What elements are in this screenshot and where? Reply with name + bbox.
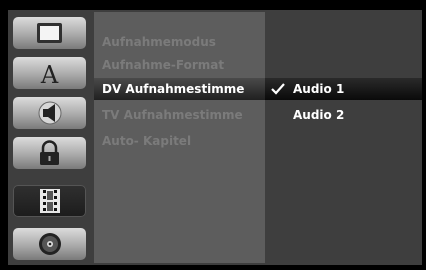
tv-screen-icon[interactable] — [13, 17, 86, 49]
menu-item-aufnahmemodus[interactable]: Aufnahmemodus — [102, 31, 216, 53]
option-label: Audio 1 — [293, 82, 345, 96]
category-sidebar: A — [8, 10, 94, 265]
menu-item-aufnahme-format[interactable]: Aufnahme-Format — [102, 54, 224, 76]
film-strip-icon[interactable] — [13, 185, 86, 217]
submenu-panel: Audio 1 Audio 2 — [265, 12, 422, 263]
padlock-icon[interactable] — [13, 137, 86, 169]
language-a-icon[interactable]: A — [13, 57, 86, 89]
language-a-glyph: A — [40, 61, 59, 89]
menu-item-dv-aufnahmestimme[interactable]: DV Aufnahmestimme — [94, 78, 265, 100]
checkmark-icon — [271, 83, 285, 95]
menu-item-tv-aufnahmestimme[interactable]: TV Aufnahmestimme — [102, 104, 243, 126]
option-label: Audio 2 — [293, 108, 345, 122]
osd-screen: A Aufnahmemodus Aufnahme-Format DV Aufna… — [8, 10, 422, 265]
speaker-icon[interactable] — [13, 97, 86, 129]
option-audio-1[interactable]: Audio 1 — [265, 78, 422, 100]
settings-menu: Aufnahmemodus Aufnahme-Format DV Aufnahm… — [94, 12, 265, 263]
menu-item-auto-kapitel[interactable]: Auto- Kapitel — [102, 130, 191, 152]
disc-icon[interactable] — [13, 228, 86, 260]
